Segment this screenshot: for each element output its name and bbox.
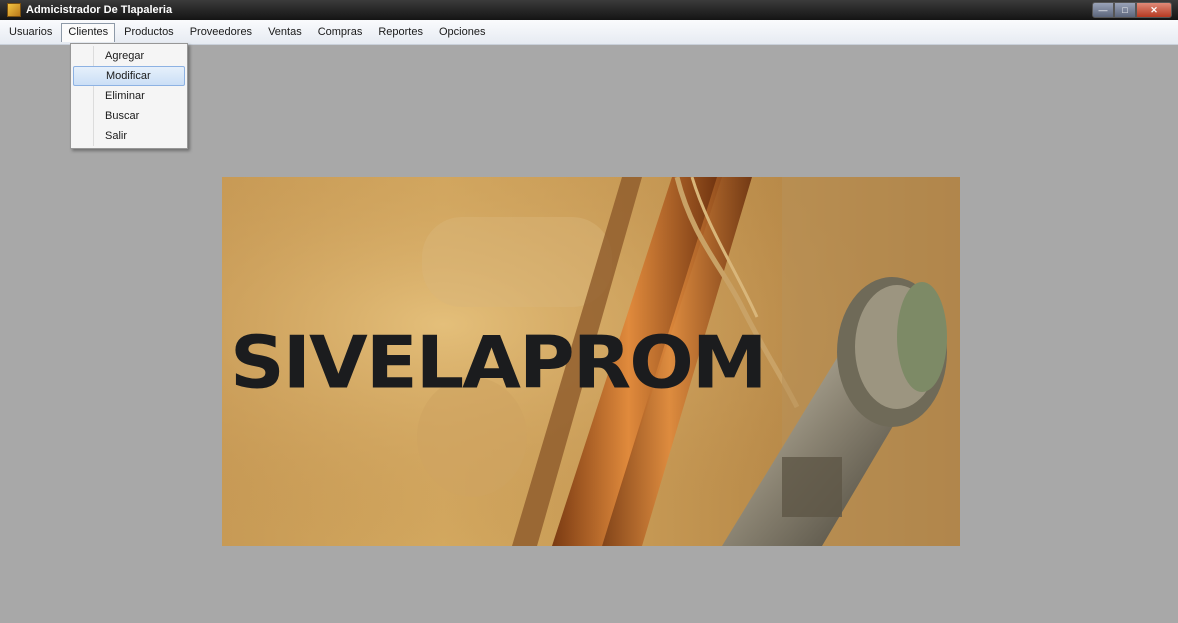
menu-opciones[interactable]: Opciones xyxy=(432,23,492,41)
menu-proveedores[interactable]: Proveedores xyxy=(183,23,259,41)
dropdown-item-eliminar[interactable]: Eliminar xyxy=(73,86,185,106)
window-title: Admicistrador De Tlapaleria xyxy=(26,4,173,16)
close-icon: ✕ xyxy=(1150,4,1158,15)
clientes-dropdown-menu: Agregar Modificar Eliminar Buscar Salir xyxy=(70,43,188,149)
dropdown-item-modificar[interactable]: Modificar xyxy=(73,66,185,86)
dropdown-item-salir[interactable]: Salir xyxy=(73,126,185,146)
minimize-icon: — xyxy=(1098,5,1108,15)
menu-bar: Usuarios Clientes Productos Proveedores … xyxy=(0,20,1178,45)
menu-clientes[interactable]: Clientes xyxy=(61,22,116,42)
menu-reportes[interactable]: Reportes xyxy=(371,23,430,41)
title-bar: Admicistrador De Tlapaleria — □ ✕ xyxy=(0,0,1178,20)
minimize-button[interactable]: — xyxy=(1092,2,1114,18)
banner-image: SIVELAPROM xyxy=(222,177,960,546)
app-icon xyxy=(7,3,21,17)
close-button[interactable]: ✕ xyxy=(1136,2,1172,18)
menu-productos[interactable]: Productos xyxy=(117,23,181,41)
logo-text: SIVELAPROM xyxy=(230,320,767,405)
window-controls: — □ ✕ xyxy=(1092,2,1172,18)
dropdown-item-agregar[interactable]: Agregar xyxy=(73,46,185,66)
maximize-button[interactable]: □ xyxy=(1114,2,1136,18)
menu-compras[interactable]: Compras xyxy=(311,23,370,41)
menu-usuarios[interactable]: Usuarios xyxy=(2,23,59,41)
menu-ventas[interactable]: Ventas xyxy=(261,23,309,41)
dropdown-item-buscar[interactable]: Buscar xyxy=(73,106,185,126)
maximize-icon: □ xyxy=(1122,5,1128,15)
